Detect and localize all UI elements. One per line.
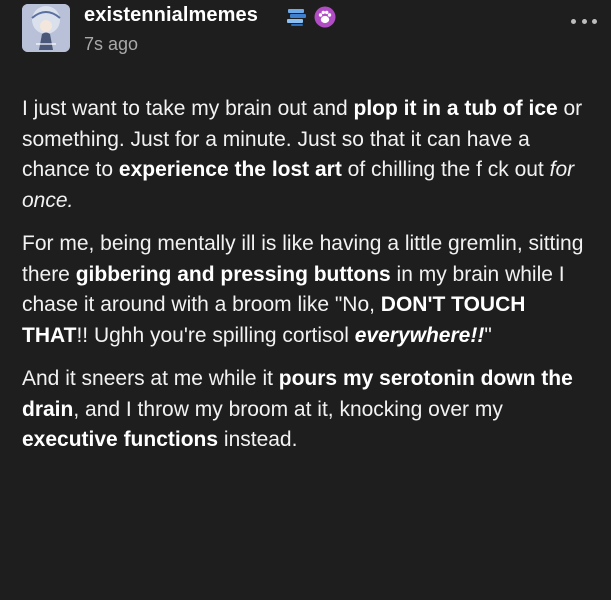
text-run: And it sneers at me while it (22, 367, 279, 390)
more-dot (592, 18, 597, 24)
more-dot (571, 18, 576, 24)
more-horizontal-icon[interactable] (571, 16, 597, 26)
text-run: of chilling the f ck out (341, 158, 550, 181)
post-body: I just want to take my brain out and plo… (22, 94, 590, 469)
bold-text-run: experience the lost art (118, 158, 342, 181)
bold-text-run: executive functions (22, 428, 219, 451)
post-timestamp: 7s ago (84, 34, 139, 54)
text-run: !! Ughh you're spilling cortisol (76, 323, 355, 347)
text-run: , and I throw my broom at it, knocking o… (73, 397, 503, 421)
text-run: " (484, 323, 492, 347)
avatar-image (22, 4, 70, 52)
text-run: I just want to take my brain out and (22, 97, 354, 120)
bold-text-run: plop it in a tub of ice (353, 97, 558, 120)
text-run: instead. (218, 428, 298, 451)
blog-avatar[interactable] (22, 4, 70, 52)
post-paragraph: I just want to take my brain out and plo… (22, 94, 590, 216)
purple-paw-badge-icon[interactable] (314, 6, 336, 28)
stacked-books-badge-icon[interactable] (286, 6, 308, 28)
bold-text-run: gibbering and pressing buttons (75, 262, 391, 286)
post-card: existennialmemes 7s ago I just want to t… (0, 0, 611, 600)
post-header: existennialmemes 7s ago (0, 0, 611, 70)
post-paragraph: And it sneers at me while it pours my se… (22, 364, 590, 456)
more-dot (581, 18, 587, 24)
post-paragraph: For me, being mentally ill is like havin… (22, 229, 590, 351)
bold-italic-text-run: everywhere!! (354, 323, 485, 347)
blog-name[interactable]: existennialmemes (84, 4, 258, 27)
blog-badges (286, 6, 336, 28)
